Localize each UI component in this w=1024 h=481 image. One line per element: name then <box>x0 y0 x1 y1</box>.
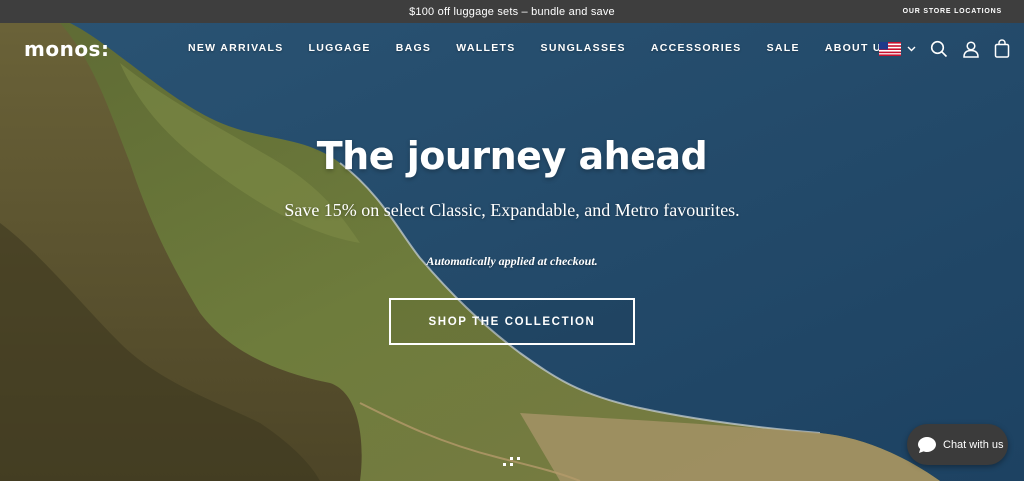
main-navigation: monos: NEW ARRIVALS LUGGAGE BAGS WALLETS… <box>0 23 1024 77</box>
cart-bag-icon <box>994 39 1010 58</box>
nav-item-accessories[interactable]: ACCESSORIES <box>651 42 742 54</box>
hero-title: The journey ahead <box>316 134 708 178</box>
nav-item-luggage[interactable]: LUGGAGE <box>309 42 371 54</box>
nav-item-sunglasses[interactable]: SUNGLASSES <box>541 42 626 54</box>
chat-label: Chat with us <box>943 438 1004 451</box>
search-button[interactable] <box>930 40 948 58</box>
announcement-text: $100 off luggage sets – bundle and save <box>409 5 615 18</box>
nav-item-bags[interactable]: BAGS <box>396 42 432 54</box>
nav-menu: NEW ARRIVALS LUGGAGE BAGS WALLETS SUNGLA… <box>188 42 915 54</box>
chevron-down-icon <box>907 46 916 51</box>
cart-button[interactable] <box>994 39 1010 58</box>
shop-collection-button[interactable]: SHOP THE COLLECTION <box>389 298 635 345</box>
account-icon <box>963 40 979 58</box>
nav-item-new-arrivals[interactable]: NEW ARRIVALS <box>188 42 284 54</box>
nav-icons <box>879 39 1010 58</box>
monos-logo[interactable]: monos: <box>24 37 109 61</box>
nav-item-sale[interactable]: SALE <box>767 42 800 54</box>
hero-note: Automatically applied at checkout. <box>426 254 598 268</box>
chat-widget-button[interactable]: Chat with us <box>907 424 1008 465</box>
account-button[interactable] <box>962 40 980 58</box>
chat-bubble-icon <box>917 436 937 454</box>
hero-banner <box>0 23 1024 481</box>
store-locations-link[interactable]: OUR STORE LOCATIONS <box>903 0 1002 23</box>
announcement-bar: $100 off luggage sets – bundle and save … <box>0 0 1024 23</box>
country-selector[interactable] <box>879 41 916 56</box>
hero-subtitle: Save 15% on select Classic, Expandable, … <box>284 200 740 220</box>
hero-landscape-image <box>0 23 1024 481</box>
nav-item-wallets[interactable]: WALLETS <box>456 42 515 54</box>
carousel-indicator[interactable] <box>503 456 523 468</box>
us-flag-icon <box>879 41 901 56</box>
search-icon <box>930 40 948 57</box>
